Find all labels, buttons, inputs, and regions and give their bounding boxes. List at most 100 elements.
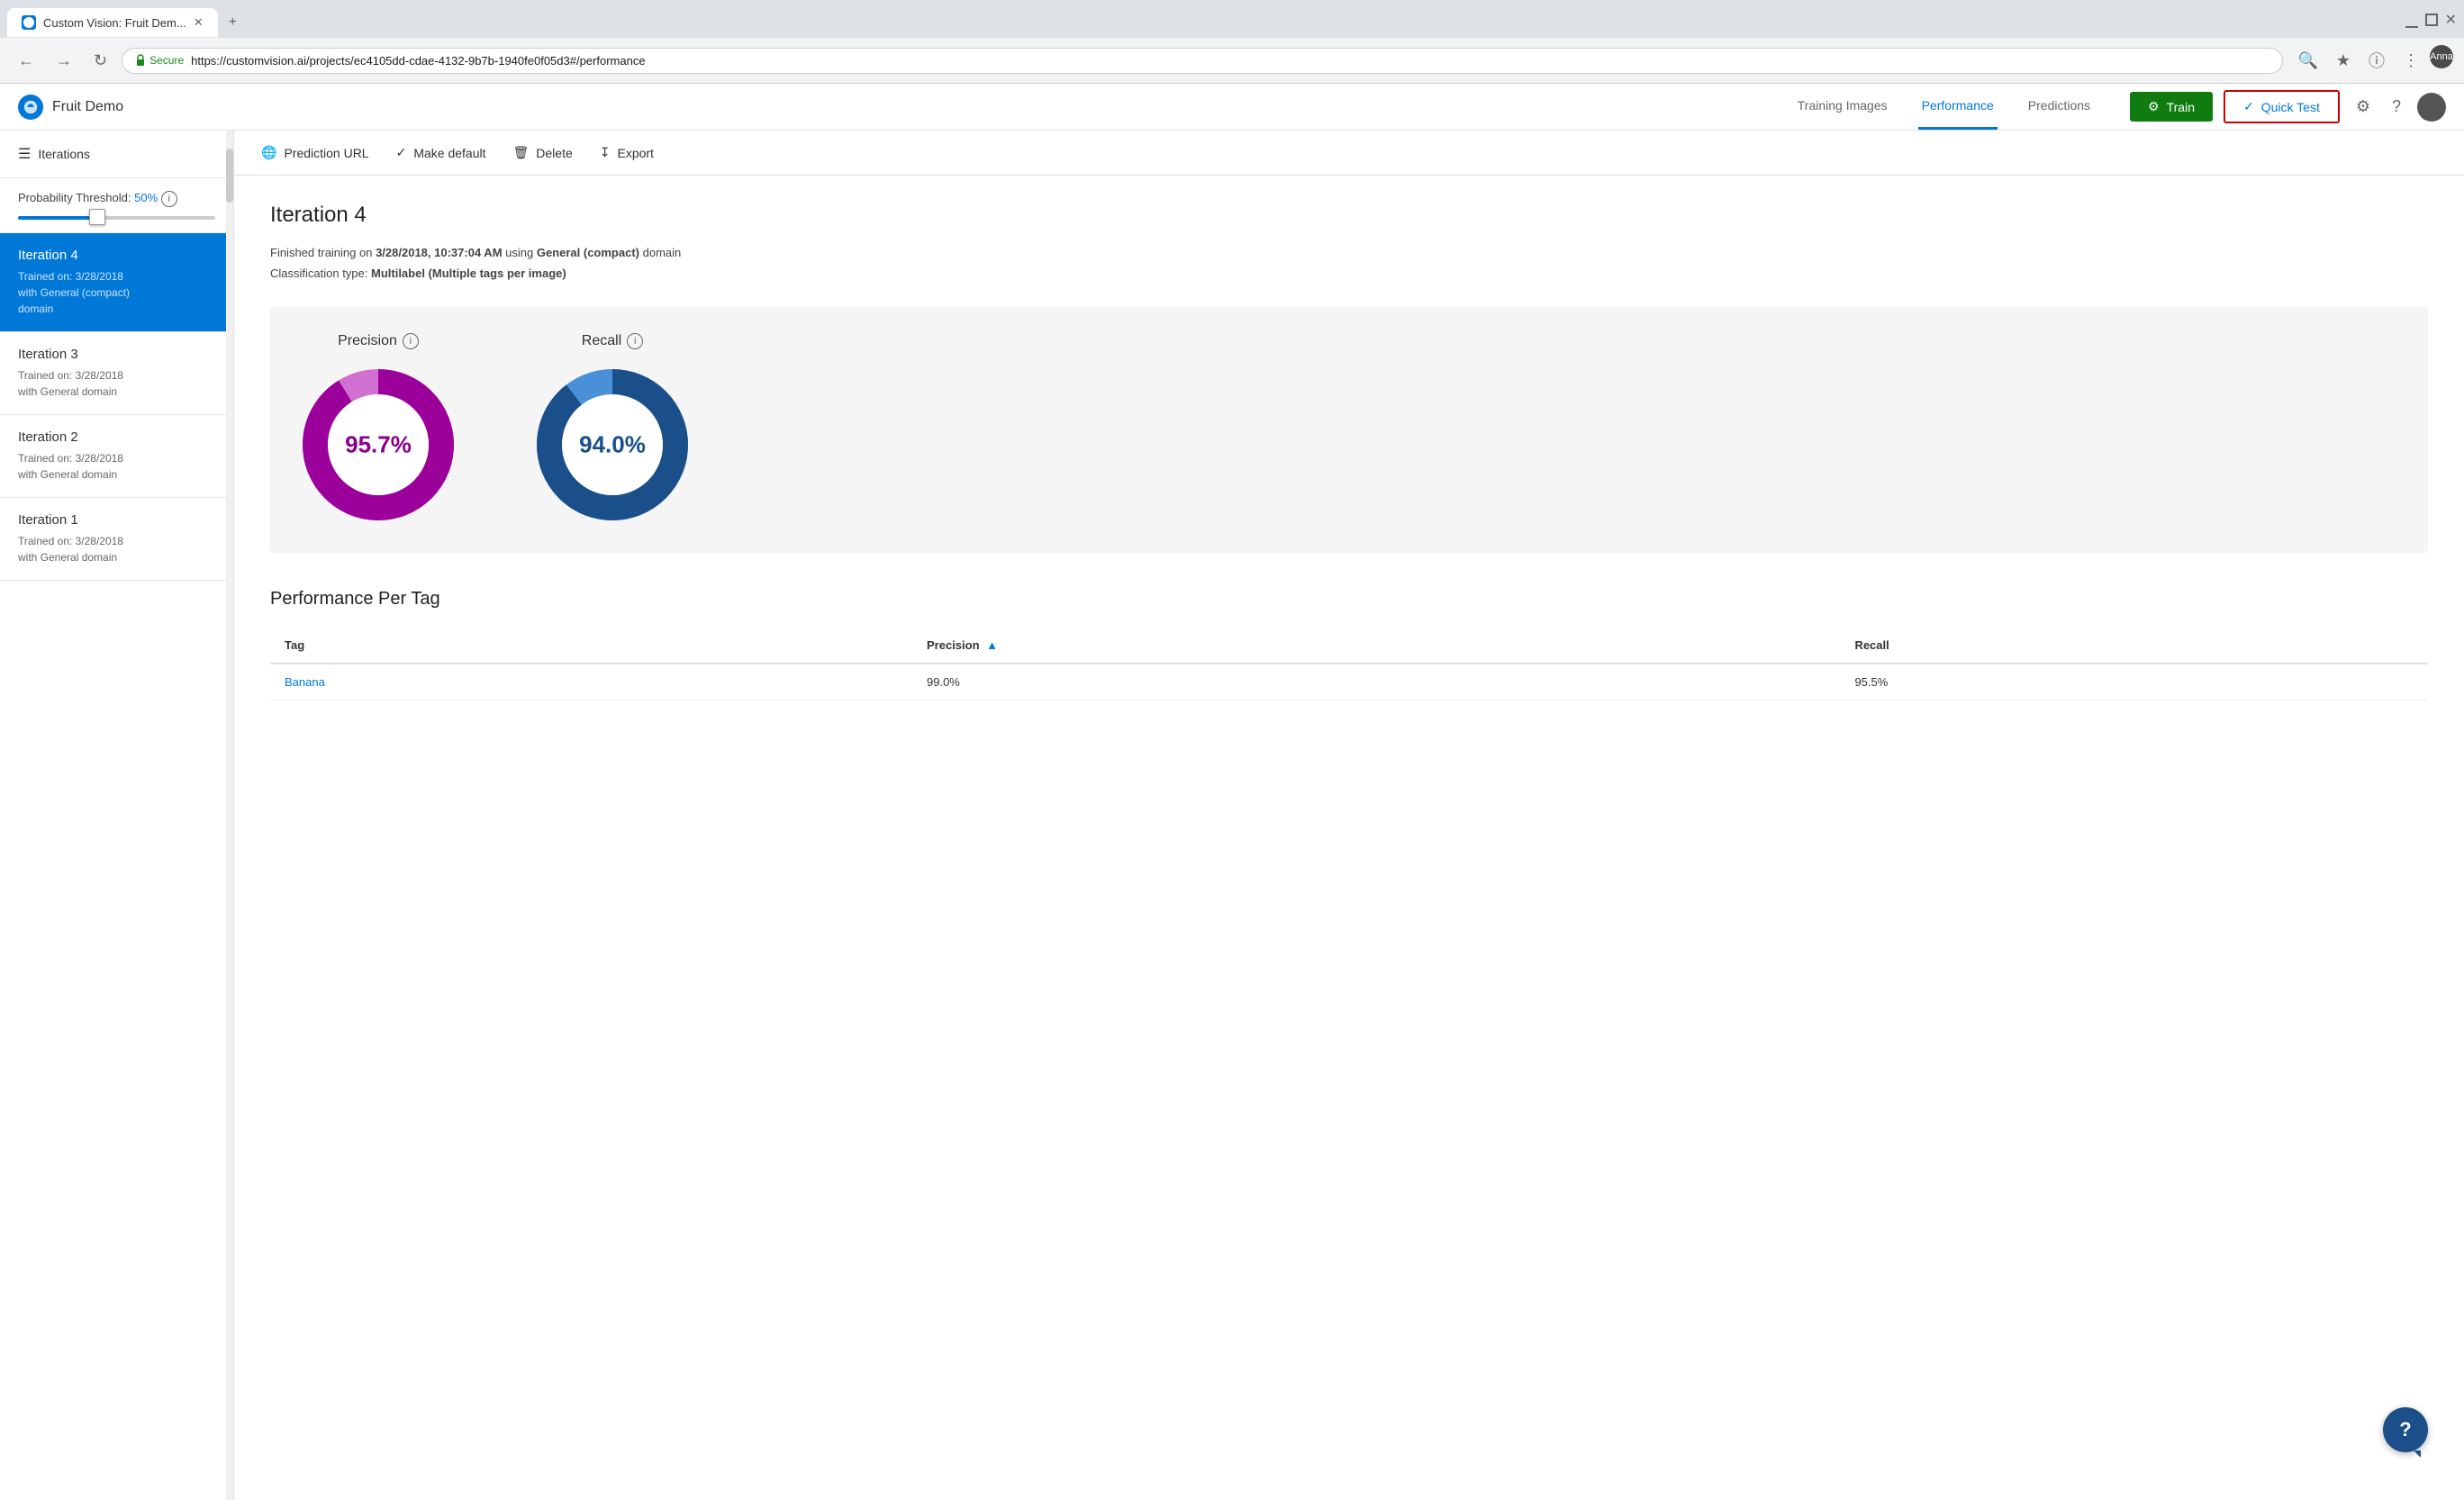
sidebar: ☰ Iterations Probability Threshold: 50% …: [0, 131, 234, 1500]
precision-info-icon[interactable]: i: [403, 333, 419, 349]
make-default-button[interactable]: ✓ Make default: [396, 141, 486, 164]
iterations-label: Iterations: [38, 147, 90, 161]
close-tab-button[interactable]: ✕: [194, 15, 204, 30]
prediction-url-button[interactable]: 🌐 Prediction URL: [261, 141, 369, 164]
tag-link[interactable]: Banana: [285, 675, 325, 689]
back-button[interactable]: ←: [11, 48, 41, 74]
probability-info-icon[interactable]: i: [161, 191, 177, 207]
probability-label: Probability Threshold: 50% i: [18, 191, 215, 207]
iteration-item-4[interactable]: Iteration 1 Trained on: 3/28/2018 with Ge…: [0, 498, 233, 581]
help-header-button[interactable]: ?: [2387, 92, 2406, 122]
iteration-sub-1: Trained on: 3/28/2018 with General (comp…: [18, 268, 215, 317]
iteration-sub-2: Trained on: 3/28/2018 with General domai…: [18, 367, 215, 400]
forward-button[interactable]: →: [49, 48, 79, 74]
tag-table-head: Tag Precision ▲ Recall: [270, 628, 2428, 664]
url-text: https://customvision.ai/projects/ec4105d…: [191, 54, 2269, 68]
iterations-icon: ☰: [18, 145, 31, 163]
tag-table-body: Banana99.0%95.5%: [270, 664, 2428, 700]
export-icon: ↧: [600, 145, 611, 160]
recall-donut: 94.0%: [531, 364, 693, 526]
iteration-item-1[interactable]: Iteration 4 Trained on: 3/28/2018 with Ge…: [0, 233, 233, 332]
precision-title: Precision i: [338, 333, 419, 349]
slider-track: [18, 216, 215, 220]
browser-chrome: Custom Vision: Fruit Dem... ✕ + ✕ ← → ↻ …: [0, 0, 2464, 84]
checkmark-icon: ✓: [2243, 99, 2254, 114]
globe-icon: 🌐: [261, 145, 276, 160]
app-header: Fruit Demo Training Images Performance P…: [0, 84, 2464, 131]
check-icon: ✓: [396, 145, 407, 160]
probability-slider[interactable]: [18, 216, 215, 220]
charts-section: Precision i 95.7% Rec: [270, 306, 2428, 553]
minimize-button[interactable]: [2405, 26, 2418, 28]
browser-right-controls: 🔍 ★ ⓘ ⋮ Anna: [2290, 45, 2453, 76]
iteration-item-2[interactable]: Iteration 3 Trained on: 3/28/2018 with Ge…: [0, 332, 233, 415]
iteration-title-3: Iteration 2: [18, 429, 215, 445]
recall-info-icon[interactable]: i: [627, 333, 643, 349]
precision-value: 95.7%: [345, 430, 412, 458]
sidebar-header: ☰ Iterations: [0, 131, 233, 178]
maximize-button[interactable]: [2425, 14, 2438, 26]
performance-per-tag: Performance Per Tag Tag Precision ▲ Reca…: [270, 589, 2428, 700]
scrollbar-track[interactable]: [226, 131, 233, 1500]
train-button[interactable]: ⚙ Train: [2130, 92, 2213, 122]
iteration-sub-3: Trained on: 3/28/2018 with General domai…: [18, 450, 215, 483]
content-area: 🌐 Prediction URL ✓ Make default 🗑 Delete…: [234, 131, 2464, 1500]
scrollbar-thumb[interactable]: [226, 149, 233, 203]
iteration-title-1: Iteration 4: [18, 248, 215, 263]
address-bar[interactable]: Secure https://customvision.ai/projects/…: [122, 48, 2283, 74]
header-right: ⚙ Train ✓ Quick Test ⚙ ?: [2130, 90, 2446, 123]
tag-name-cell: Banana: [270, 664, 912, 700]
refresh-button[interactable]: ↻: [86, 48, 114, 74]
close-window-button[interactable]: ✕: [2445, 14, 2457, 28]
help-bubble[interactable]: ?: [2383, 1407, 2428, 1452]
page-title: Iteration 4: [270, 203, 2428, 228]
slider-thumb[interactable]: [89, 209, 105, 225]
browser-controls-bar: ← → ↻ Secure https://customvision.ai/pro…: [0, 38, 2464, 83]
user-profile-button[interactable]: [2417, 93, 2446, 122]
search-button[interactable]: 🔍: [2290, 45, 2324, 76]
main-content: Iteration 4 Finished training on 3/28/20…: [234, 176, 2464, 727]
bookmark-button[interactable]: ★: [2329, 45, 2358, 76]
tab-title: Custom Vision: Fruit Dem...: [43, 16, 186, 30]
tag-table: Tag Precision ▲ Recall Banana99.0%95.5%: [270, 628, 2428, 700]
performance-per-tag-title: Performance Per Tag: [270, 589, 2428, 610]
precision-chart: Precision i 95.7%: [297, 333, 459, 526]
col-recall[interactable]: Recall: [1840, 628, 2428, 664]
table-row: Banana99.0%95.5%: [270, 664, 2428, 700]
iteration-title-2: Iteration 3: [18, 347, 215, 362]
tab-favicon: [22, 15, 36, 30]
probability-section: Probability Threshold: 50% i: [0, 178, 233, 233]
new-tab-button[interactable]: +: [218, 7, 248, 38]
iteration-info: Finished training on 3/28/2018, 10:37:04…: [270, 242, 2428, 285]
nav-predictions[interactable]: Predictions: [2025, 84, 2094, 130]
app-name: Fruit Demo: [52, 99, 123, 115]
nav-performance[interactable]: Performance: [1918, 84, 1997, 130]
iterations-list: Iteration 4 Trained on: 3/28/2018 with Ge…: [0, 233, 233, 581]
iteration-sub-4: Trained on: 3/28/2018 with General domai…: [18, 533, 215, 565]
iteration-item-3[interactable]: Iteration 2 Trained on: 3/28/2018 with Ge…: [0, 415, 233, 498]
recall-value: 94.0%: [579, 430, 646, 458]
export-button[interactable]: ↧ Export: [600, 141, 654, 164]
recall-title: Recall i: [582, 333, 643, 349]
toolbar: 🌐 Prediction URL ✓ Make default 🗑 Delete…: [234, 131, 2464, 176]
col-precision[interactable]: Precision ▲: [912, 628, 1840, 664]
app-logo: Fruit Demo: [18, 95, 123, 120]
recall-chart: Recall i 94.0%: [531, 333, 693, 526]
nav-training-images[interactable]: Training Images: [1794, 84, 1891, 130]
user-avatar[interactable]: Anna: [2430, 45, 2453, 68]
precision-donut: 95.7%: [297, 364, 459, 526]
col-tag[interactable]: Tag: [270, 628, 912, 664]
sort-icon: ▲: [986, 638, 998, 652]
settings-button[interactable]: ⚙: [2351, 92, 2376, 122]
active-tab[interactable]: Custom Vision: Fruit Dem... ✕: [7, 8, 218, 37]
gear-icon: ⚙: [2148, 99, 2160, 114]
delete-button[interactable]: 🗑 Delete: [513, 141, 573, 164]
logo-icon: [18, 95, 43, 120]
probability-value: 50%: [134, 191, 158, 204]
iteration-title-4: Iteration 1: [18, 512, 215, 528]
tag-recall-cell: 95.5%: [1840, 664, 2428, 700]
menu-button[interactable]: ⋮: [2396, 45, 2426, 76]
quick-test-button[interactable]: ✓ Quick Test: [2224, 90, 2340, 123]
tab-bar: Custom Vision: Fruit Dem... ✕ + ✕: [0, 0, 2464, 38]
info-button[interactable]: ⓘ: [2361, 45, 2392, 76]
